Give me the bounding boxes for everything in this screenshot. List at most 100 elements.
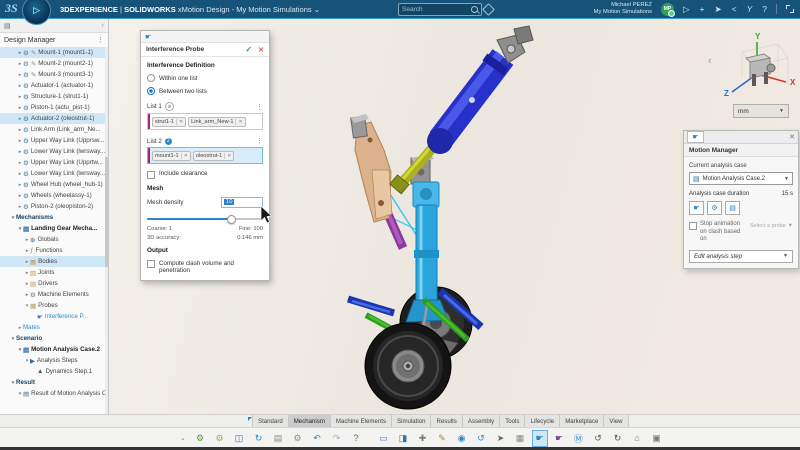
tree-item-upper-way-link-upprtw[interactable]: ▸⚙Upper Way Link (Upprtw... bbox=[0, 157, 105, 168]
tree-item-wheels-wheelassy-1[interactable]: ▸⚙Wheels (wheelassy-1) bbox=[0, 190, 105, 201]
interference-probe-icon[interactable]: ☛ bbox=[532, 430, 548, 447]
properties-sheet-icon[interactable]: ▤ bbox=[270, 430, 286, 447]
sketch-icon[interactable]: ✎ bbox=[434, 430, 450, 447]
list1-selection-field[interactable]: strut1-1✕Link_arm_New-1✕ bbox=[147, 113, 263, 130]
tree-item-functions[interactable]: ▸ƒFunctions bbox=[0, 245, 105, 256]
3d-model-landing-gear[interactable] bbox=[0, 0, 800, 450]
chip-remove-icon[interactable]: ✕ bbox=[224, 153, 231, 159]
tree-item-upper-way-link-upprsw[interactable]: ▸⚙Upper Way Link (Upprsw... bbox=[0, 135, 105, 146]
selection-chip-mount1-1[interactable]: mount1-1✕ bbox=[152, 151, 191, 161]
tree-item-wheel-hub-wheel-hub-1[interactable]: ▸⚙Wheel Hub (wheel_hub-1) bbox=[0, 179, 105, 190]
collaboration-icon[interactable]: Y bbox=[747, 0, 753, 18]
tree-item-mount-2-mount2-1[interactable]: ▸⚙✎Mount-2 (mount2-1) bbox=[0, 58, 105, 69]
results-box-icon[interactable]: ▣ bbox=[649, 430, 665, 447]
radio-between-two-lists[interactable]: Between two lists bbox=[147, 87, 263, 95]
snapshot-icon[interactable]: ▦ bbox=[512, 430, 528, 447]
help-icon[interactable]: ? bbox=[762, 0, 767, 18]
help-icon[interactable]: ? bbox=[348, 430, 364, 447]
tree-item-mount-1-mount1-1[interactable]: ▸⚙✎Mount-1 (mount1-1) bbox=[0, 47, 105, 58]
confirm-icon[interactable]: ✓ bbox=[245, 45, 252, 54]
tree-item-actuator-2-oleostrut-1[interactable]: ▸⚙Actuator-2 (oleostrut-1) bbox=[0, 113, 105, 124]
tree-item-result-of-motion-analysis-ca[interactable]: ▾▤Result of Motion Analysis Ca... bbox=[0, 388, 105, 399]
undo-icon[interactable]: ↶ bbox=[309, 430, 325, 447]
user-block[interactable]: Michael PEREZ My Motion Simulations bbox=[594, 2, 652, 15]
chip-remove-icon[interactable]: ✕ bbox=[181, 153, 188, 159]
settings-gear-icon[interactable]: ⚙ bbox=[290, 430, 306, 447]
selection-chip-strut1-1[interactable]: strut1-1✕ bbox=[152, 117, 186, 127]
panel-collapse-chevron[interactable]: ‹ bbox=[708, 55, 712, 67]
avatar[interactable]: MP bbox=[661, 3, 674, 16]
selection-chip-link-arm-new-1[interactable]: Link_arm_New-1✕ bbox=[188, 117, 245, 127]
tree-item-drivers[interactable]: ▸▨Drivers bbox=[0, 278, 105, 289]
tree-item-piston-2-oleopiston-2[interactable]: ▸⚙Piston-2 (oleopiston-2) bbox=[0, 201, 105, 212]
tree-item-analysis-steps[interactable]: ▾▶Analysis Steps bbox=[0, 355, 105, 366]
tree-item-interference-p[interactable]: ☛Interference P... bbox=[0, 311, 105, 322]
export-steps-button[interactable]: ▤ bbox=[725, 201, 740, 215]
chip-remove-icon[interactable]: ✕ bbox=[235, 119, 242, 125]
tree-item-structure-1-strut1-1[interactable]: ▸⚙Structure-1 (strut1-1) bbox=[0, 91, 105, 102]
search-input[interactable]: Search bbox=[398, 3, 482, 16]
tree-item-piston-1-actu-pist-1[interactable]: ▸⚙Piston-1 (actu_pist-1) bbox=[0, 102, 105, 113]
tree-item-result[interactable]: ▾Result bbox=[0, 377, 105, 388]
compute-clash-row[interactable]: Compute clash volume and penetration bbox=[147, 260, 263, 274]
tree-view-icon[interactable]: ▤ bbox=[4, 22, 11, 30]
solver-settings-button[interactable]: ⚙ bbox=[707, 201, 722, 215]
kebab-menu-icon[interactable]: ⋮ bbox=[97, 36, 104, 44]
tree-item-mates[interactable]: ▸Mates bbox=[0, 322, 105, 333]
tree-item-bodies[interactable]: ▸▦Bodies bbox=[0, 256, 105, 267]
close-icon[interactable]: ✕ bbox=[258, 46, 264, 54]
radio-on-icon[interactable] bbox=[147, 87, 155, 95]
manipulator-icon[interactable]: ✚ bbox=[415, 430, 431, 447]
save-icon[interactable]: ◫ bbox=[231, 430, 247, 447]
include-clearance-row[interactable]: Include clearance bbox=[147, 170, 263, 179]
radio-off-icon[interactable] bbox=[147, 74, 155, 82]
share-network-icon[interactable]: < bbox=[732, 0, 737, 18]
tree-item-scenario[interactable]: ▾Scenario bbox=[0, 333, 105, 344]
orientation-triad[interactable]: Y X Z bbox=[712, 30, 798, 110]
motion-manager-tab-icon[interactable]: ☛ bbox=[687, 131, 704, 143]
tag-icon[interactable] bbox=[482, 3, 495, 16]
add-icon[interactable]: + bbox=[700, 0, 705, 18]
units-dropdown[interactable]: mm ▼ bbox=[733, 104, 789, 118]
dialog-title-bar[interactable]: Interference Probe ✓ ✕ bbox=[141, 43, 269, 57]
title-caret-icon[interactable]: ⌄ bbox=[314, 5, 320, 14]
probe-button[interactable]: ☛ bbox=[689, 201, 704, 215]
refresh-icon[interactable]: ↻ bbox=[251, 430, 267, 447]
search-icon[interactable] bbox=[471, 6, 478, 13]
tree-item-actuator-1-actuator-1[interactable]: ▸⚙Actuator-1 (actuator-1) bbox=[0, 80, 105, 91]
clash-review-icon[interactable]: ↺ bbox=[590, 430, 606, 447]
tree-item-mount-3-mount3-1[interactable]: ▸⚙✎Mount-3 (mount3-1) bbox=[0, 69, 105, 80]
rotate-view-icon[interactable]: ↺ bbox=[473, 430, 489, 447]
chip-remove-icon[interactable]: ✕ bbox=[176, 119, 183, 125]
tree-item-mechanisms[interactable]: ▾Mechanisms bbox=[0, 212, 105, 223]
edit-analysis-step-bar[interactable]: Edit analysis step ▼ bbox=[689, 250, 793, 263]
mesh-density-input[interactable]: 10 bbox=[221, 197, 263, 208]
checkbox-icon[interactable] bbox=[147, 171, 155, 179]
tree-item-motion-analysis-case-2[interactable]: ▾▤Motion Analysis Case.2 bbox=[0, 344, 105, 355]
tree-item-lower-way-link-lwrsway[interactable]: ▸⚙Lower Way Link (lwrsway... bbox=[0, 168, 105, 179]
tree-item-machine-elements[interactable]: ▸⚙Machine Elements bbox=[0, 289, 105, 300]
radio-within-one-list[interactable]: Within one list bbox=[147, 74, 263, 82]
selection-chip-oleostrut-1[interactable]: oleostrut-1✕ bbox=[193, 151, 235, 161]
tree-item-landing-gear-mecha[interactable]: ▾▤Landing Gear Mecha... bbox=[0, 223, 105, 234]
tree-item-dynamics-step-1[interactable]: ▲Dynamics Step.1 bbox=[0, 366, 105, 377]
close-icon[interactable]: ✕ bbox=[789, 133, 795, 141]
document-title[interactable]: xMotion Design - My Motion Simulations bbox=[178, 5, 312, 14]
fullscreen-icon[interactable] bbox=[786, 5, 794, 13]
analysis-case-dropdown[interactable]: ▤ Motion Analysis Case.2 ▼ bbox=[689, 172, 793, 185]
import-content-icon[interactable]: ⚙ bbox=[212, 430, 228, 447]
kebab-menu-icon[interactable]: ⋮ bbox=[256, 137, 263, 145]
tree-item-lower-way-link-lwrsway[interactable]: ▸⚙Lower Way Link (lwrsway... bbox=[0, 146, 105, 157]
clash-detail-icon[interactable]: ↻ bbox=[610, 430, 626, 447]
probe-config-icon[interactable]: ☛ bbox=[551, 430, 567, 447]
share-content-icon[interactable]: ➤ bbox=[715, 0, 722, 18]
tree-item-joints[interactable]: ▸▧Joints bbox=[0, 267, 105, 278]
kebab-menu-icon[interactable]: ⋮ bbox=[256, 103, 263, 111]
mesh-density-slider[interactable] bbox=[147, 215, 263, 223]
panel-collapse-icon[interactable]: ‹ bbox=[102, 22, 104, 29]
redo-icon[interactable]: ↷ bbox=[329, 430, 345, 447]
tree-scrollbar[interactable] bbox=[105, 47, 108, 414]
home-icon[interactable]: ⌂ bbox=[629, 430, 645, 447]
toolbar-chevron-icon[interactable]: ⌄ bbox=[180, 434, 192, 442]
play-icon[interactable]: ▷ bbox=[683, 0, 690, 18]
